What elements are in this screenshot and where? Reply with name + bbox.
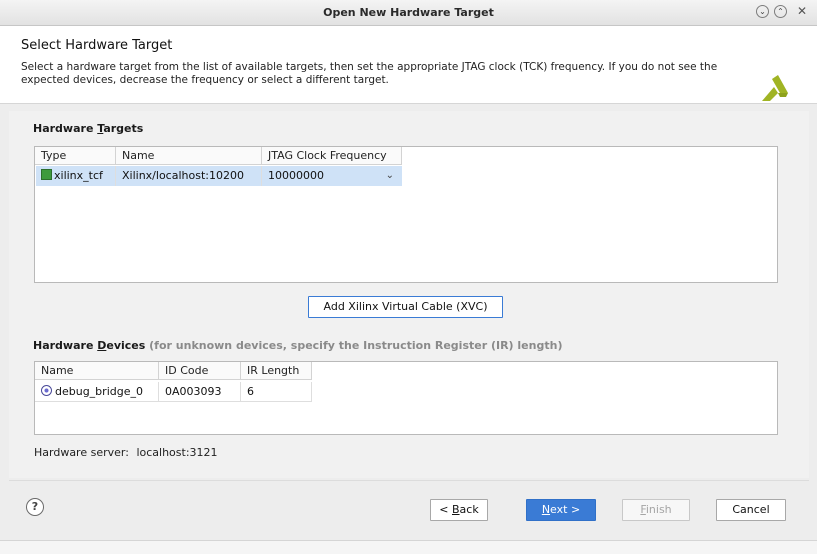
maximize-button[interactable]: ⌃ [774,5,787,18]
column-header-jtag-clock[interactable]: JTAG Clock Frequency [262,147,402,165]
column-header-device-name[interactable]: Name [35,362,159,380]
jtag-frequency-value: 10000000 [268,169,324,182]
minimize-button[interactable]: ⌄ [756,5,769,18]
hardware-target-icon [41,169,52,180]
column-header-name[interactable]: Name [116,147,262,165]
hardware-devices-table[interactable]: Name ID Code IR Length debug_bridge_0 0A… [34,361,778,435]
column-header-id-code[interactable]: ID Code [159,362,241,380]
page-description: Select a hardware target from the list o… [21,61,718,86]
device-ir-length-cell[interactable]: 6 [241,382,312,402]
cancel-button[interactable]: Cancel [716,499,786,521]
window-bottom-edge [0,540,817,554]
jtag-frequency-select[interactable]: 10000000 ⌄ [262,166,402,186]
device-name-cell[interactable]: debug_bridge_0 [35,382,159,402]
next-button[interactable]: Next > [526,499,596,521]
chip-icon [41,385,52,396]
column-header-type[interactable]: Type [35,147,116,165]
footer-divider [9,480,809,481]
target-name-cell: Xilinx/localhost:10200 [116,166,262,186]
help-button[interactable]: ? [26,498,44,516]
hardware-server-label: Hardware server: [34,446,129,459]
back-button[interactable]: < Back [430,499,488,521]
window-title: Open New Hardware Target [323,6,494,19]
close-button[interactable]: ✕ [797,4,807,18]
hardware-devices-note: (for unknown devices, specify the Instru… [149,339,563,352]
device-id-code-cell: 0A003093 [159,382,241,402]
hardware-server-info: Hardware server: localhost:3121 [34,446,218,459]
window-titlebar: Open New Hardware Target ⌄ ⌃ ✕ [0,0,817,26]
chevron-down-icon[interactable]: ⌄ [386,166,394,186]
hardware-targets-heading: Hardware Targets [33,122,144,135]
wizard-header: Select Hardware Target Select a hardware… [0,26,817,104]
chevron-up-icon: ⌃ [777,7,784,16]
target-type-cell: xilinx_tcf [35,166,116,186]
xilinx-logo-icon [762,75,788,101]
hardware-server-value: localhost:3121 [136,446,218,459]
finish-button[interactable]: Finish [622,499,690,521]
chevron-down-icon: ⌄ [759,7,766,16]
column-header-ir-length[interactable]: IR Length [241,362,312,380]
hardware-devices-heading: Hardware Devices (for unknown devices, s… [33,339,563,352]
add-xvc-button[interactable]: Add Xilinx Virtual Cable (XVC) [308,296,503,318]
page-title: Select Hardware Target [21,38,173,53]
help-icon: ? [31,500,39,513]
hardware-targets-table[interactable]: Type Name JTAG Clock Frequency xilinx_tc… [34,146,778,283]
close-icon: ✕ [796,4,807,18]
